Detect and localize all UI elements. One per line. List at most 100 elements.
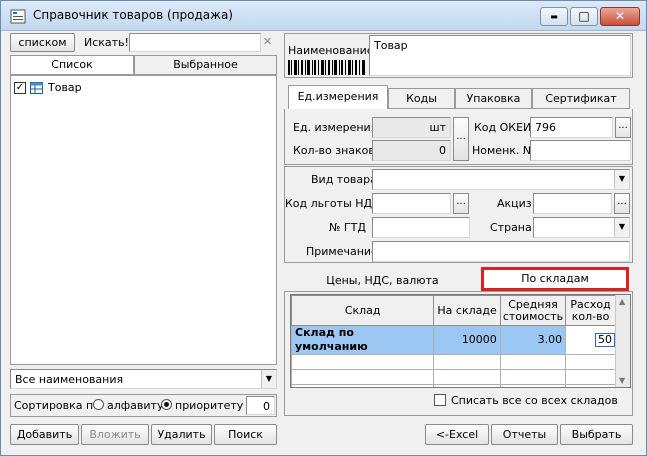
tab-certificate[interactable]: Сертификат (532, 88, 630, 109)
cell-qty[interactable]: 50 (565, 325, 616, 355)
vat-benefit-browse-button[interactable]: ... (453, 193, 469, 214)
sort-group: Сортировка по алфавиту приоритету 0 (10, 394, 277, 417)
excel-button[interactable]: <-Excel (425, 424, 489, 445)
scroll-down-icon[interactable]: ▼ (619, 376, 625, 385)
unit-label: Ед. измерения (293, 121, 378, 134)
country-select[interactable]: ▼ (533, 217, 630, 238)
vat-benefit-field[interactable] (372, 193, 451, 214)
empty-cell[interactable] (499, 369, 567, 385)
app-window: Справочник товаров (продажа) ▬ □ ✕ списк… (0, 0, 647, 456)
digits-label: Кол-во знаков (293, 144, 375, 157)
cell-stock[interactable]: 10000 (433, 325, 501, 355)
column-header-stock[interactable]: На складе (433, 295, 501, 326)
list-mode-button[interactable]: списком (10, 33, 75, 52)
excise-field[interactable] (533, 193, 612, 214)
chevron-down-icon[interactable]: ▼ (614, 170, 629, 189)
warehouse-grid[interactable]: Склад На складе Средняя стоимость Расход… (290, 294, 631, 388)
table-row[interactable] (291, 384, 616, 387)
reports-button[interactable]: Отчеты (491, 424, 558, 445)
empty-cell[interactable] (291, 354, 435, 370)
window-title: Справочник товаров (продажа) (33, 8, 233, 22)
minimize-button[interactable]: ▬ (540, 7, 568, 26)
empty-cell[interactable] (499, 384, 567, 387)
empty-cell[interactable] (499, 354, 567, 370)
note-field[interactable] (372, 241, 630, 262)
okei-browse-button[interactable]: ... (615, 117, 631, 138)
tab-selected[interactable]: Выбранное (134, 55, 277, 75)
tab-prices[interactable]: Цены, НДС, валюта (290, 271, 475, 291)
radio-priority[interactable] (161, 399, 172, 410)
table-row[interactable] (291, 354, 616, 370)
search-input[interactable] (129, 33, 261, 52)
tab-codes[interactable]: Коды (388, 88, 455, 109)
tree-item-label: Товар (48, 81, 82, 94)
name-field[interactable]: Товар (369, 35, 631, 76)
empty-cell[interactable] (433, 384, 501, 387)
kind-select[interactable]: ▼ (372, 169, 630, 190)
cell-warehouse[interactable]: Склад по умолчанию (291, 325, 435, 355)
scroll-up-icon[interactable]: ▲ (619, 297, 625, 306)
digits-field[interactable]: 0 (372, 140, 451, 161)
delete-button[interactable]: Удалить (151, 424, 212, 445)
title-bar: Справочник товаров (продажа) ▬ □ ✕ (1, 1, 646, 31)
radio-alphabet[interactable] (93, 399, 104, 410)
table-row[interactable] (291, 369, 616, 385)
maximize-button[interactable]: □ (570, 7, 598, 26)
close-button[interactable]: ✕ (600, 7, 640, 26)
empty-cell[interactable] (433, 369, 501, 385)
gtd-field[interactable] (372, 217, 470, 238)
country-label: Страна (490, 221, 532, 234)
sort-label: Сортировка по (14, 399, 100, 412)
tab-packaging[interactable]: Упаковка (455, 88, 532, 109)
unit-field[interactable]: шт (372, 117, 451, 138)
empty-cell[interactable] (291, 384, 435, 387)
search-label: Искать! (84, 36, 129, 49)
checked-checkbox-icon[interactable]: ✓ (14, 82, 26, 94)
name-group: Наименование Товар (284, 33, 633, 78)
filter-select[interactable]: Все наименования ▼ (10, 369, 277, 389)
column-header-avg-cost[interactable]: Средняя стоимость (499, 295, 567, 326)
clear-search-icon[interactable]: ✕ (263, 35, 272, 48)
empty-cell[interactable] (565, 354, 616, 370)
excise-label: Акциз (497, 197, 532, 210)
column-header-qty[interactable]: Расход кол-во (565, 295, 616, 326)
nomenk-label: Номенк. № (472, 144, 535, 157)
tree-view[interactable]: ✓ Товар (10, 75, 277, 365)
grid-scrollbar[interactable]: ▲ ▼ (615, 295, 630, 387)
empty-cell[interactable] (291, 369, 435, 385)
excise-browse-button[interactable]: ... (614, 193, 630, 214)
tree-item[interactable]: ✓ Товар (14, 81, 134, 96)
empty-cell[interactable] (565, 384, 616, 387)
tab-units[interactable]: Ед.измерения (288, 85, 388, 109)
write-off-label[interactable]: Списать все со всех складов (451, 393, 618, 408)
search-button[interactable]: Поиск (214, 424, 277, 445)
table-row[interactable]: Склад по умолчанию 10000 3.00 50 (291, 325, 616, 355)
tab-list[interactable]: Список (10, 55, 134, 75)
select-button[interactable]: Выбрать (560, 424, 633, 445)
cell-avg-cost[interactable]: 3.00 (499, 325, 567, 355)
gtd-label: № ГТД (329, 221, 366, 234)
unit-browse-button[interactable]: ... (453, 117, 469, 161)
priority-input[interactable]: 0 (246, 396, 275, 415)
barcode-icon[interactable] (288, 60, 366, 75)
tab-by-warehouse-label: По складам (521, 272, 589, 285)
nomenk-field[interactable] (530, 140, 631, 161)
empty-cell[interactable] (565, 369, 616, 385)
sort-option-alphabet[interactable]: алфавиту (107, 398, 163, 413)
warehouse-panel: Склад На складе Средняя стоимость Расход… (284, 291, 633, 416)
sort-option-priority[interactable]: приоритету (175, 398, 243, 413)
chevron-down-icon[interactable]: ▼ (261, 370, 276, 388)
column-header-warehouse[interactable]: Склад (291, 295, 435, 326)
write-off-checkbox[interactable] (434, 394, 446, 406)
tab-by-warehouse[interactable]: По складам (481, 267, 629, 291)
chevron-down-icon[interactable]: ▼ (614, 218, 629, 237)
add-button[interactable]: Добавить (10, 424, 79, 445)
name-label: Наименование (288, 44, 374, 57)
qty-editor[interactable]: 50 (595, 333, 615, 347)
empty-cell[interactable] (433, 354, 501, 370)
note-label: Примечание (306, 245, 378, 258)
okei-field[interactable]: 796 (530, 117, 613, 138)
table-icon (30, 82, 43, 94)
nest-button[interactable]: Вложить (81, 424, 149, 445)
units-panel: Ед. измерения шт Кол-во знаков 0 ... Код… (284, 109, 633, 165)
